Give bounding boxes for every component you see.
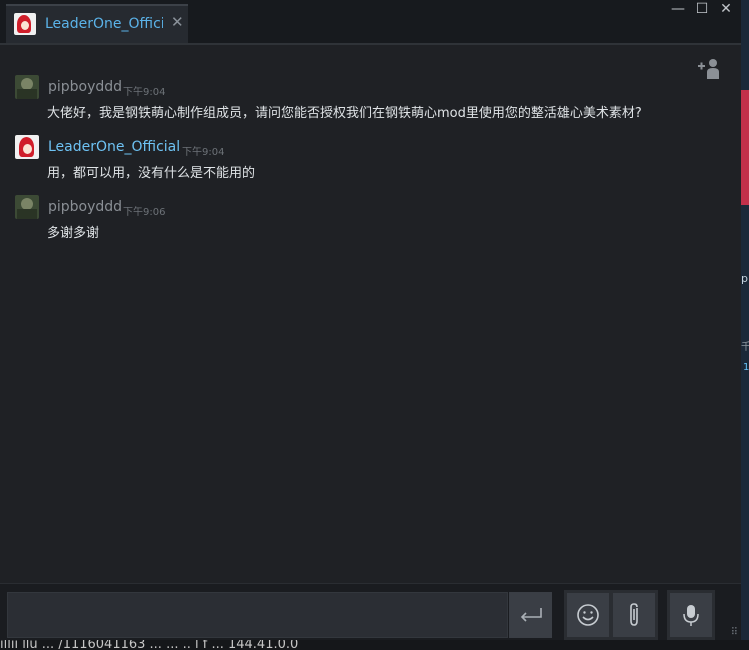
message-time: 下午9:06 bbox=[123, 207, 166, 218]
avatar[interactable] bbox=[15, 135, 39, 159]
avatar[interactable] bbox=[15, 75, 39, 99]
chat-window: LeaderOne_Officia ✕ — ☐ ✕ pipboyddd 下午9:… bbox=[0, 0, 741, 640]
paperclip-icon bbox=[630, 603, 638, 626]
message-author[interactable]: pipboyddd bbox=[48, 79, 122, 95]
message-list[interactable] bbox=[0, 45, 741, 583]
message-time: 下午9:04 bbox=[123, 87, 166, 98]
microphone-icon bbox=[683, 605, 699, 626]
minimize-button[interactable]: — bbox=[668, 1, 688, 17]
enter-icon bbox=[520, 608, 542, 622]
attach-button[interactable] bbox=[613, 593, 655, 637]
message-text: 用，都可以用，没有什么是不能用的 bbox=[47, 166, 256, 181]
background-text: 1 bbox=[743, 362, 749, 373]
emoji-icon bbox=[577, 604, 599, 626]
invite-friend-icon[interactable] bbox=[697, 58, 721, 80]
avatar[interactable] bbox=[15, 195, 39, 219]
message-text: 多谢多谢 bbox=[47, 226, 100, 241]
background-text: 千 bbox=[741, 342, 749, 353]
avatar bbox=[14, 13, 36, 35]
input-tools-group bbox=[564, 590, 658, 640]
chat-input-bar bbox=[0, 583, 741, 640]
voice-button[interactable] bbox=[670, 593, 712, 637]
message-text: 大佬好，我是钢铁萌心制作组成员，请问您能否授权我们在钢铁萌心mod里使用您的整活… bbox=[47, 106, 642, 121]
resize-handle[interactable]: ⠿ bbox=[731, 627, 738, 638]
close-window-button[interactable]: ✕ bbox=[716, 1, 736, 17]
close-tab-icon[interactable]: ✕ bbox=[171, 13, 184, 31]
background-text: pl bbox=[741, 272, 749, 285]
tab-label: LeaderOne_Officia bbox=[45, 16, 163, 32]
message-time: 下午9:04 bbox=[182, 147, 225, 158]
title-bar[interactable]: LeaderOne_Officia ✕ — ☐ ✕ bbox=[0, 0, 741, 44]
voice-group bbox=[667, 590, 715, 640]
message-author[interactable]: LeaderOne_Official bbox=[48, 139, 180, 155]
chat-tab[interactable]: LeaderOne_Officia ✕ bbox=[6, 4, 188, 44]
send-button[interactable] bbox=[509, 592, 552, 638]
background-url-text: illii llu ... /1116041163 ... ... .. l f… bbox=[0, 640, 749, 650]
message-author[interactable]: pipboyddd bbox=[48, 199, 122, 215]
background-banner bbox=[741, 90, 749, 205]
emoji-button[interactable] bbox=[567, 593, 609, 637]
message-input[interactable] bbox=[7, 592, 508, 638]
maximize-button[interactable]: ☐ bbox=[692, 1, 712, 17]
